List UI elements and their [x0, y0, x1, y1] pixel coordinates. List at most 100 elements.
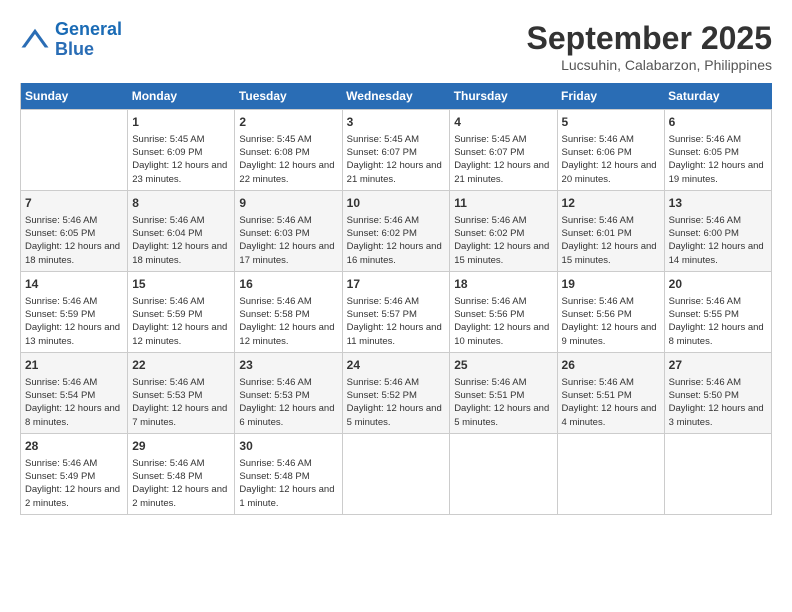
sunrise-text: Sunrise: 5:46 AM [562, 376, 660, 389]
calendar-cell: 2Sunrise: 5:45 AMSunset: 6:08 PMDaylight… [235, 110, 342, 191]
sunset-text: Sunset: 6:00 PM [669, 227, 767, 240]
sunset-text: Sunset: 6:08 PM [239, 146, 337, 159]
calendar-cell [450, 433, 557, 514]
day-number: 9 [239, 195, 337, 212]
daylight-text: Daylight: 12 hours and 19 minutes. [669, 159, 767, 186]
sunrise-text: Sunrise: 5:46 AM [347, 376, 446, 389]
weekday-header-thursday: Thursday [450, 83, 557, 110]
daylight-text: Daylight: 12 hours and 15 minutes. [562, 240, 660, 267]
weekday-header-sunday: Sunday [21, 83, 128, 110]
calendar-cell [21, 110, 128, 191]
calendar-cell [557, 433, 664, 514]
calendar-cell: 10Sunrise: 5:46 AMSunset: 6:02 PMDayligh… [342, 190, 450, 271]
sunset-text: Sunset: 6:04 PM [132, 227, 230, 240]
calendar-cell: 26 Sunrise: 5:46 AMSunset: 5:51 PMDayligh… [557, 352, 664, 433]
sunset-text: Sunset: 5:50 PM [669, 389, 767, 402]
header-row: SundayMondayTuesdayWednesdayThursdayFrid… [21, 83, 772, 110]
weekday-header-tuesday: Tuesday [235, 83, 342, 110]
calendar-cell: 1Sunrise: 5:45 AMSunset: 6:09 PMDaylight… [128, 110, 235, 191]
day-number: 7 [25, 195, 123, 212]
calendar-cell: 3Sunrise: 5:45 AMSunset: 6:07 PMDaylight… [342, 110, 450, 191]
sunset-text: Sunset: 5:49 PM [25, 470, 123, 483]
calendar-cell: 13Sunrise: 5:46 AMSunset: 6:00 PMDayligh… [664, 190, 771, 271]
sunset-text: Sunset: 5:56 PM [454, 308, 552, 321]
sunrise-text: Sunrise: 5:45 AM [454, 133, 552, 146]
calendar-cell: 15Sunrise: 5:46 AMSunset: 5:59 PMDayligh… [128, 271, 235, 352]
sunset-text: Sunset: 5:51 PM [562, 389, 660, 402]
daylight-text: Daylight: 12 hours and 22 minutes. [239, 159, 337, 186]
calendar-cell: 7Sunrise: 5:46 AMSunset: 6:05 PMDaylight… [21, 190, 128, 271]
day-number: 4 [454, 114, 552, 131]
day-number: 14 [25, 276, 123, 293]
daylight-text: Daylight: 12 hours and 23 minutes. [132, 159, 230, 186]
sunset-text: Sunset: 6:02 PM [347, 227, 446, 240]
daylight-text: Daylight: 12 hours and 2 minutes. [132, 483, 230, 510]
sunset-text: Sunset: 6:07 PM [347, 146, 446, 159]
calendar-cell: 18Sunrise: 5:46 AMSunset: 5:56 PMDayligh… [450, 271, 557, 352]
page-header: General Blue September 2025 Lucsuhin, Ca… [20, 20, 772, 73]
calendar-cell: 30Sunrise: 5:46 AMSunset: 5:48 PMDayligh… [235, 433, 342, 514]
day-number: 28 [25, 438, 123, 455]
sunset-text: Sunset: 5:52 PM [347, 389, 446, 402]
sunrise-text: Sunrise: 5:46 AM [562, 133, 660, 146]
calendar-cell: 20Sunrise: 5:46 AMSunset: 5:55 PMDayligh… [664, 271, 771, 352]
sunrise-text: Sunrise: 5:46 AM [132, 457, 230, 470]
sunset-text: Sunset: 5:57 PM [347, 308, 446, 321]
day-number: 15 [132, 276, 230, 293]
sunrise-text: Sunrise: 5:46 AM [132, 376, 230, 389]
sunset-text: Sunset: 6:06 PM [562, 146, 660, 159]
week-row-0: 1Sunrise: 5:45 AMSunset: 6:09 PMDaylight… [21, 110, 772, 191]
sunrise-text: Sunrise: 5:46 AM [239, 295, 337, 308]
day-number: 26 [562, 357, 660, 374]
calendar-cell: 14Sunrise: 5:46 AMSunset: 5:59 PMDayligh… [21, 271, 128, 352]
daylight-text: Daylight: 12 hours and 8 minutes. [25, 402, 123, 429]
daylight-text: Daylight: 12 hours and 9 minutes. [562, 321, 660, 348]
week-row-3: 21Sunrise: 5:46 AMSunset: 5:54 PMDayligh… [21, 352, 772, 433]
daylight-text: Daylight: 12 hours and 6 minutes. [239, 402, 337, 429]
sunrise-text: Sunrise: 5:46 AM [454, 214, 552, 227]
calendar-cell: 27Sunrise: 5:46 AMSunset: 5:50 PMDayligh… [664, 352, 771, 433]
sunrise-text: Sunrise: 5:46 AM [454, 376, 552, 389]
calendar-cell: 28Sunrise: 5:46 AMSunset: 5:49 PMDayligh… [21, 433, 128, 514]
day-number: 19 [562, 276, 660, 293]
week-row-2: 14 Sunrise: 5:46 AM Sunset: 5:59 PM Dayligh… [21, 271, 772, 352]
calendar-cell [664, 433, 771, 514]
daylight-text: Daylight: 12 hours and 4 minutes. [562, 402, 660, 429]
daylight-text: Daylight: 12 hours and 21 minutes. [454, 159, 552, 186]
week-row-1: 7Sunrise: 5:46 AMSunset: 6:05 PMDaylight… [21, 190, 772, 271]
logo-icon [20, 25, 50, 55]
daylight-text: Daylight: 12 hours and 20 minutes. [562, 159, 660, 186]
day-number: 6 [669, 114, 767, 131]
sunrise-text: Sunrise: 5:46 AM [132, 214, 230, 227]
location: Lucsuhin, Calabarzon, Philippines [527, 57, 772, 73]
sunset-text: Sunset: 5:51 PM [454, 389, 552, 402]
daylight-text: Daylight: 12 hours and 7 minutes. [132, 402, 230, 429]
day-number: 22 [132, 357, 230, 374]
daylight-text: Daylight: 12 hours and 18 minutes. [25, 240, 123, 267]
day-number: 12 [562, 195, 660, 212]
sunrise-text: Sunrise: 5:46 AM [239, 376, 337, 389]
day-number: 1 [132, 114, 230, 131]
logo-line2: Blue [55, 39, 94, 59]
logo: General Blue [20, 20, 122, 60]
day-number: 11 [454, 195, 552, 212]
daylight-text: Daylight: 12 hours and 2 minutes. [25, 483, 123, 510]
sunrise-text: Sunrise: 5:45 AM [347, 133, 446, 146]
day-number: 24 [347, 357, 446, 374]
day-number: 17 [347, 276, 446, 293]
sunset-text: Sunset: 5:59 PM [25, 308, 123, 321]
daylight-text: Daylight: 12 hours and 5 minutes. [347, 402, 446, 429]
sunset-text: Sunset: 5:53 PM [132, 389, 230, 402]
sunrise-text: Sunrise: 5:46 AM [669, 133, 767, 146]
sunrise-text: Sunrise: 5:46 AM [239, 214, 337, 227]
day-number: 23 [239, 357, 337, 374]
sunset-text: Sunset: 6:05 PM [25, 227, 123, 240]
sunset-text: Sunset: 5:56 PM [562, 308, 660, 321]
daylight-text: Daylight: 12 hours and 8 minutes. [669, 321, 767, 348]
calendar-cell: 25Sunrise: 5:46 AMSunset: 5:51 PMDayligh… [450, 352, 557, 433]
sunrise-text: Sunrise: 5:46 AM [669, 376, 767, 389]
title-block: September 2025 Lucsuhin, Calabarzon, Phi… [527, 20, 772, 73]
daylight-text: Daylight: 12 hours and 5 minutes. [454, 402, 552, 429]
sunrise-text: Sunrise: 5:46 AM [347, 295, 446, 308]
daylight-text: Daylight: 12 hours and 12 minutes. [239, 321, 337, 348]
